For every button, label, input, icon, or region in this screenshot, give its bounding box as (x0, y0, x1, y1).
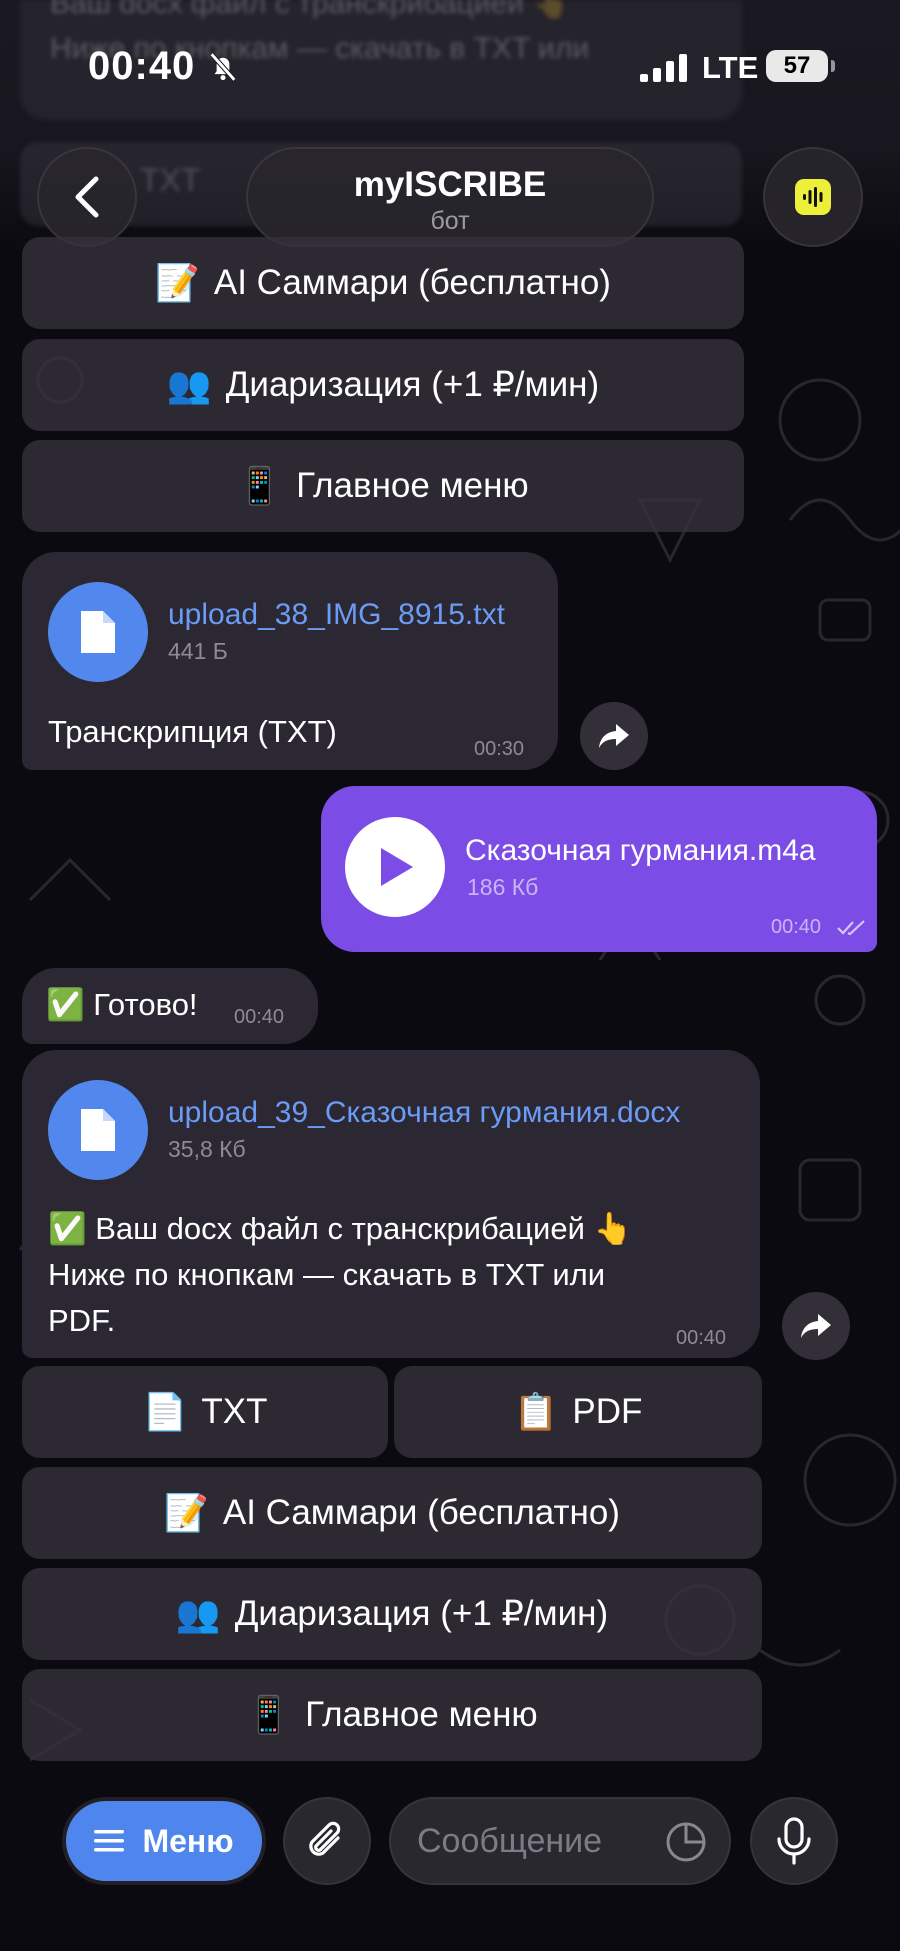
play-icon (381, 848, 413, 886)
chevron-left-icon (75, 176, 99, 218)
message-time: 00:30 (474, 738, 525, 760)
message-text-line-1: ✅ Ваш docx файл с транскрибацией 👆 (48, 1211, 633, 1246)
phone-icon: 📱 (246, 1695, 292, 1736)
audio-wave-icon (795, 179, 831, 215)
document-icon[interactable] (48, 1080, 148, 1180)
voice-message-button[interactable] (750, 1797, 838, 1885)
button-label: TXT (201, 1392, 268, 1431)
menu-label: Меню (142, 1822, 234, 1859)
diarization-button-top[interactable]: 👥 Диаризация (+1 ₽/мин) (22, 339, 744, 431)
ai-summary-button[interactable]: 📝 AI Саммари (бесплатно) (22, 1467, 762, 1559)
button-label: PDF (572, 1392, 643, 1431)
input-placeholder: Сообщение (417, 1822, 603, 1860)
ghost-button-label: TXT (140, 162, 201, 198)
forward-button-2[interactable] (782, 1292, 850, 1360)
page-icon: 📄 (142, 1392, 188, 1433)
chat-subtitle: бот (430, 207, 470, 235)
clipboard-icon: 📋 (513, 1392, 559, 1433)
people-icon: 👥 (175, 1594, 221, 1635)
button-label: AI Саммари (бесплатно) (213, 263, 611, 302)
message-file-docx[interactable]: upload_39_Сказочная гурмания.docx 35,8 К… (22, 1050, 760, 1358)
memo-icon: 📝 (155, 263, 200, 304)
message-ready[interactable]: ✅ Готово! 00:40 (22, 968, 318, 1044)
button-label: Диаризация (+1 ₽/мин) (234, 1594, 609, 1633)
button-label: Главное меню (296, 466, 529, 505)
share-arrow-icon (801, 1314, 831, 1338)
download-txt-button[interactable]: 📄 TXT (22, 1366, 388, 1458)
main-menu-button-top[interactable]: 📱 Главное меню (22, 440, 744, 532)
audio-file-size: 186 Кб (467, 874, 539, 900)
chat-title: myISCRIBE (353, 165, 547, 204)
share-arrow-icon (599, 724, 629, 748)
diarization-button[interactable]: 👥 Диаризация (+1 ₽/мин) (22, 1568, 762, 1660)
status-bar: 00:40 LTE 57 (0, 0, 900, 130)
message-time: 00:40 (676, 1327, 727, 1349)
message-time: 00:40 (771, 916, 822, 938)
people-icon: 👥 (166, 365, 212, 406)
microphone-icon (777, 1817, 811, 1865)
document-icon[interactable] (48, 582, 148, 682)
message-file-txt[interactable]: upload_38_IMG_8915.txt 441 Б Транскрипци… (22, 552, 558, 770)
chat-header[interactable]: myISCRIBE бот (246, 147, 654, 247)
double-check-icon (837, 920, 865, 936)
audio-file-name: Сказочная гурмания.m4a (465, 834, 816, 867)
file-size: 441 Б (168, 638, 228, 664)
network-type: LTE (702, 50, 759, 85)
file-name-link[interactable]: upload_38_IMG_8915.txt (168, 598, 505, 632)
message-time: 00:40 (234, 1006, 285, 1028)
back-button[interactable] (37, 147, 137, 247)
sticker-icon[interactable] (665, 1821, 707, 1863)
attach-button[interactable] (283, 1797, 371, 1885)
battery-icon: 57 (766, 50, 835, 82)
button-label: Главное меню (305, 1695, 538, 1734)
message-input[interactable]: Сообщение (389, 1797, 731, 1885)
phone-icon: 📱 (237, 466, 283, 507)
main-menu-button[interactable]: 📱 Главное меню (22, 1669, 762, 1761)
file-name-link[interactable]: upload_39_Сказочная гурмания.docx (168, 1096, 680, 1130)
memo-icon: 📝 (164, 1493, 209, 1534)
ai-summary-button-top[interactable]: 📝 AI Саммари (бесплатно) (22, 237, 744, 329)
bot-menu-button[interactable]: Меню (66, 1801, 262, 1881)
play-button[interactable] (345, 817, 445, 917)
message-text: ✅ Готово! (46, 987, 198, 1022)
status-time: 00:40 (88, 44, 196, 88)
forward-button-1[interactable] (580, 702, 648, 770)
signal-icon (640, 54, 687, 82)
hamburger-icon (94, 1830, 125, 1852)
file-size: 35,8 Кб (168, 1136, 246, 1162)
download-pdf-button[interactable]: 📋 PDF (394, 1366, 762, 1458)
button-label: Диаризация (+1 ₽/мин) (225, 365, 600, 404)
message-text: Транскрипция (TXT) (48, 714, 337, 749)
message-text-line-3: PDF. (48, 1303, 116, 1338)
bot-avatar[interactable] (763, 147, 863, 247)
silent-bell-icon (209, 52, 237, 82)
paperclip-icon (309, 1821, 341, 1856)
message-text-line-2: Ниже по кнопкам — скачать в TXT или (48, 1257, 606, 1292)
message-audio-outgoing[interactable]: Сказочная гурмания.m4a 186 Кб 00:40 (321, 786, 877, 952)
button-label: AI Саммари (бесплатно) (222, 1493, 620, 1532)
